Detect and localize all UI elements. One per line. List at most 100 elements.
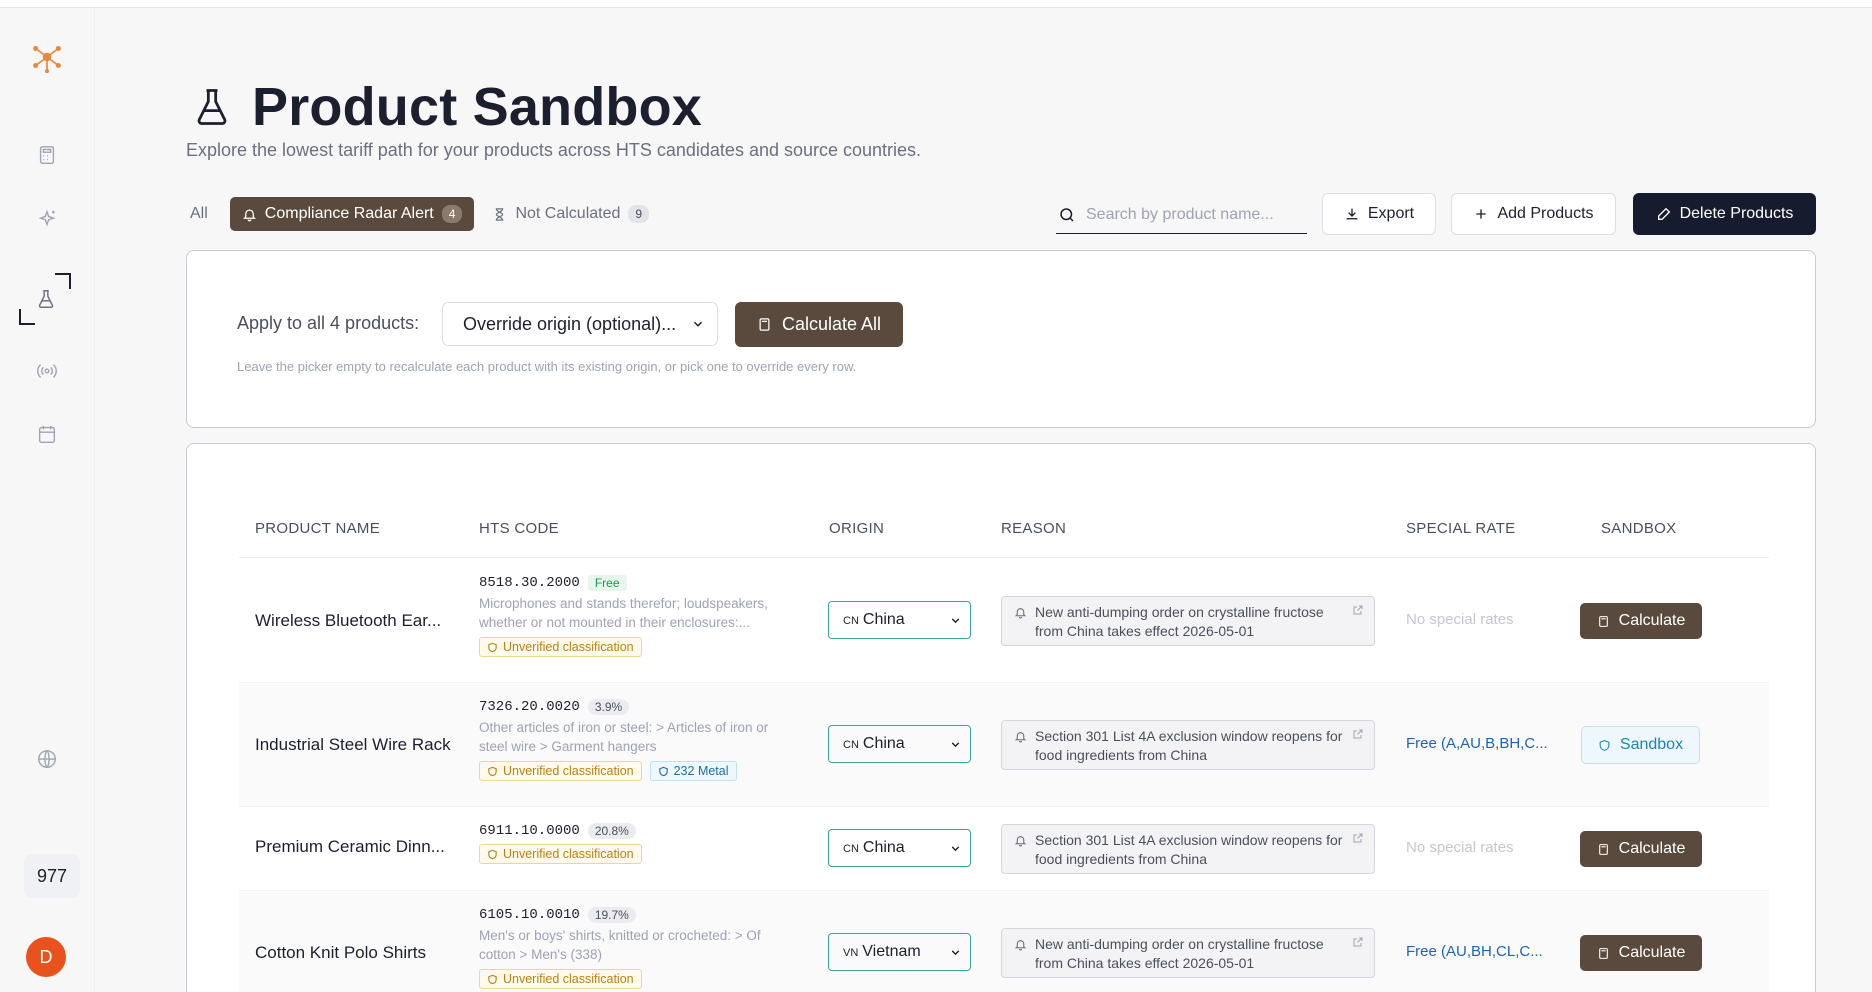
hts-code: 8518.30.2000 (479, 575, 580, 591)
rate-badge: 19.7% (587, 907, 636, 923)
tab-label: Not Calculated (515, 205, 621, 222)
calculator-icon (1598, 947, 1608, 959)
calculator-icon[interactable] (0, 144, 94, 166)
hts-description: Men's or boys' shirts, knitted or croche… (479, 928, 761, 962)
product-name[interactable]: Wireless Bluetooth Ear... (255, 611, 441, 631)
pencil-icon (1657, 207, 1670, 220)
avatar[interactable]: D (26, 937, 66, 977)
product-name[interactable]: Industrial Steel Wire Rack (255, 735, 451, 755)
delete-label: Delete Products (1679, 205, 1794, 222)
origin-select[interactable]: VN Vietnam (828, 933, 971, 971)
table-row[interactable]: Industrial Steel Wire Rack 7326.20.0020 … (239, 683, 1769, 807)
hts-cell: 6105.10.0010 19.7% Men's or boys' shirts… (479, 907, 799, 989)
page-subtitle: Explore the lowest tariff path for your … (186, 140, 922, 160)
reason-text: Section 301 List 4A exclusion window reo… (1035, 728, 1343, 763)
calculator-icon (1598, 843, 1608, 855)
calculate-button[interactable]: Calculate (1580, 935, 1702, 971)
hts-cell: 7326.20.0020 3.9% Other articles of iron… (479, 699, 799, 781)
rate-badge: 20.8% (587, 823, 636, 839)
reason-alert[interactable]: Section 301 List 4A exclusion window reo… (1001, 824, 1375, 874)
col-sandbox[interactable]: SANDBOX (1601, 520, 1676, 537)
product-name[interactable]: Premium Ceramic Dinn... (255, 837, 445, 857)
special-rate-link[interactable]: Free (AU,BH,CL,C... (1406, 943, 1543, 960)
bell-icon (242, 209, 256, 221)
tab-compliance-radar-alert[interactable]: Compliance Radar Alert 4 (229, 197, 475, 231)
delete-products-button[interactable]: Delete Products (1633, 193, 1816, 235)
hts-code: 7326.20.0020 (479, 699, 580, 715)
reason-alert[interactable]: New anti-dumping order on crystalline fr… (1001, 596, 1375, 646)
tab-not-calculated[interactable]: Not Calculated 9 (492, 205, 650, 223)
unverified-tag: Unverified classification (479, 761, 642, 781)
logo-icon[interactable] (0, 40, 94, 74)
table-row[interactable]: Cotton Knit Polo Shirts 6105.10.0010 19.… (239, 891, 1769, 992)
table-row[interactable]: Premium Ceramic Dinn... 6911.10.0000 20.… (239, 807, 1769, 891)
external-link-icon[interactable] (1352, 604, 1364, 616)
table-row[interactable]: Wireless Bluetooth Ear... 8518.30.2000 F… (239, 559, 1769, 683)
chevron-down-icon (951, 741, 960, 747)
chevron-down-icon (951, 845, 960, 851)
reason-text: New anti-dumping order on crystalline fr… (1035, 604, 1324, 639)
col-special-rate[interactable]: SPECIAL RATE (1406, 520, 1515, 537)
page-header: Product Sandbox (190, 76, 702, 138)
apply-all-card: Apply to all 4 products: Override origin… (186, 250, 1816, 428)
override-origin-select[interactable]: Override origin (optional)... (442, 302, 718, 346)
external-link-icon[interactable] (1352, 936, 1364, 948)
count-badge: 4 (441, 205, 463, 223)
origin-value: China (862, 611, 905, 628)
product-name[interactable]: Cotton Knit Polo Shirts (255, 943, 426, 963)
calculate-button[interactable]: Calculate (1580, 831, 1702, 867)
hts-code: 6911.10.0000 (479, 823, 580, 839)
flask-icon (38, 290, 54, 308)
shield-icon (1599, 739, 1610, 751)
sparkles-icon[interactable] (0, 208, 94, 230)
external-link-icon[interactable] (1352, 728, 1364, 740)
calendar-icon[interactable] (0, 423, 94, 445)
bell-icon (1014, 732, 1027, 743)
origin-select[interactable]: CN China (828, 829, 971, 867)
shield-icon (488, 849, 497, 859)
calculate-button[interactable]: Calculate (1580, 603, 1702, 639)
calculate-all-button[interactable]: Calculate All (735, 302, 903, 347)
bell-icon (1014, 940, 1027, 951)
origin-value: China (862, 735, 905, 752)
origin-select[interactable]: CN China (828, 601, 971, 639)
col-origin[interactable]: ORIGIN (829, 520, 884, 537)
tab-label: Compliance Radar Alert (264, 205, 434, 222)
download-icon (1346, 208, 1358, 220)
reason-alert[interactable]: Section 301 List 4A exclusion window reo… (1001, 720, 1375, 770)
hourglass-icon (496, 207, 504, 221)
sandbox-button[interactable]: Sandbox (1581, 726, 1700, 764)
col-reason[interactable]: REASON (1001, 520, 1066, 537)
unverified-tag: Unverified classification (479, 637, 642, 657)
search-input[interactable] (1086, 205, 1296, 224)
sidebar-item-sandbox[interactable] (19, 273, 71, 325)
reason-text: New anti-dumping order on crystalline fr… (1035, 936, 1324, 971)
globe-icon[interactable] (0, 748, 94, 770)
country-code: CN (843, 615, 859, 627)
hts-cell: 8518.30.2000 Free Microphones and stands… (479, 575, 799, 657)
reason-alert[interactable]: New anti-dumping order on crystalline fr… (1001, 928, 1375, 978)
col-product-name[interactable]: PRODUCT NAME (255, 520, 380, 537)
hts-description: Other articles of iron or steel: > Artic… (479, 720, 769, 754)
filter-tabs: All Compliance Radar Alert 4 Not Calcula… (186, 197, 650, 231)
calculator-icon (1598, 615, 1608, 627)
export-label: Export (1367, 205, 1415, 222)
search-icon (1060, 207, 1074, 222)
table-header: PRODUCT NAME HTS CODE ORIGIN REASON SPEC… (239, 514, 1769, 558)
add-label: Add Products (1497, 205, 1594, 222)
col-hts-code[interactable]: HTS CODE (479, 520, 559, 537)
add-products-button[interactable]: Add Products (1451, 193, 1616, 235)
origin-select[interactable]: CN China (828, 725, 971, 763)
special-rate-link[interactable]: Free (A,AU,B,BH,C... (1406, 735, 1548, 752)
radar-icon[interactable] (0, 360, 94, 382)
export-button[interactable]: Export (1322, 193, 1436, 235)
select-value: Override origin (optional)... (463, 313, 677, 334)
tab-all[interactable]: All (186, 205, 212, 223)
bell-icon (1014, 608, 1027, 619)
metal-232-tag: 232 Metal (649, 761, 737, 781)
chevron-down-icon (693, 321, 703, 327)
flask-icon (197, 89, 227, 125)
unverified-tag: Unverified classification (479, 969, 642, 989)
count-badge: 9 (628, 205, 650, 223)
external-link-icon[interactable] (1352, 832, 1364, 844)
